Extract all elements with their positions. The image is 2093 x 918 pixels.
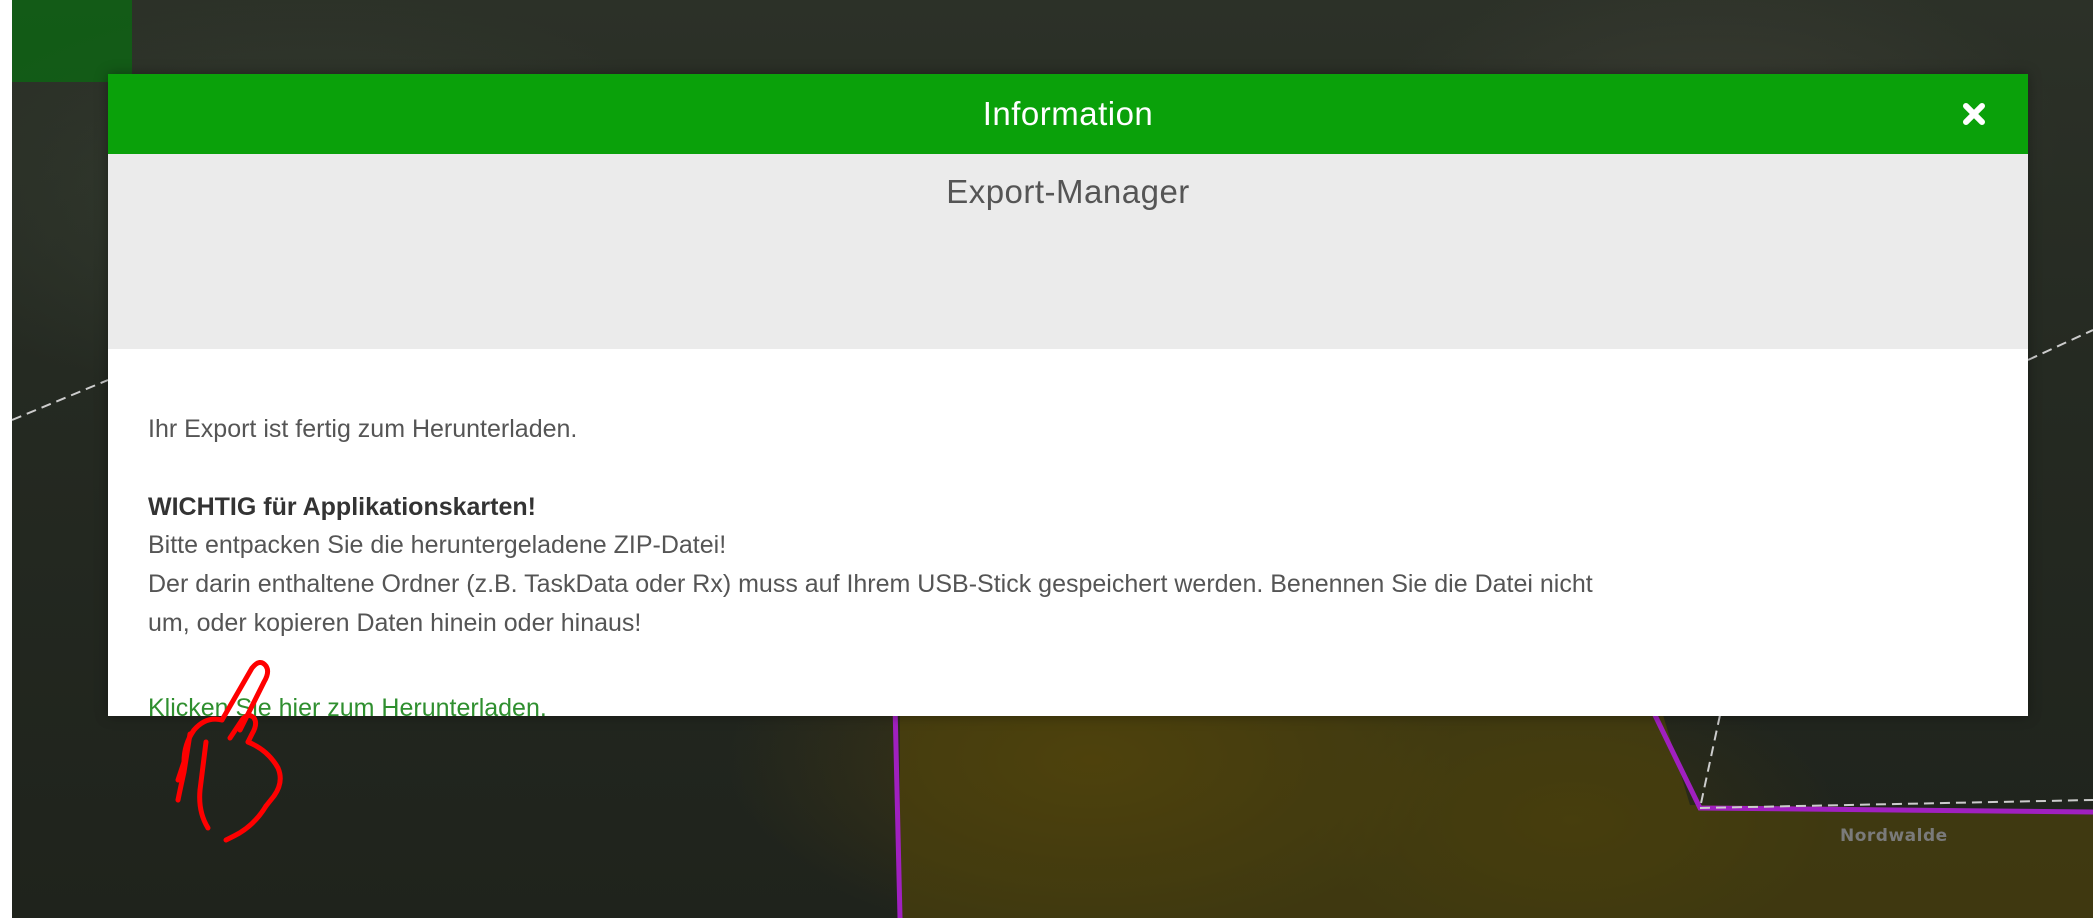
parcel-line-2 [1699,714,1721,809]
map-place-label: Nordwalde [1840,826,1948,846]
modal-body: Ihr Export ist fertig zum Herunterladen.… [108,349,2028,722]
close-button[interactable] [1952,92,1996,136]
information-modal: Information Export-Manager Ihr Export is… [108,74,2028,722]
folder-instruction-line-1: Der darin enthaltene Ordner (z.B. TaskDa… [148,570,1593,598]
hand-pointer-icon [175,660,283,843]
important-heading: WICHTIG für Applikationskarten! [148,493,536,521]
folder-instruction-line-2: um, oder kopieren Daten hinein oder hina… [148,609,642,637]
unpack-instruction: Bitte entpacken Sie die heruntergeladene… [148,531,727,559]
close-icon [1963,103,1985,125]
field-boundary [892,704,903,918]
parcel-line-3 [11,379,109,421]
screen: Nordwalde Information Export-Manager Ihr… [0,0,2093,918]
field-boundary-right [1647,703,2093,815]
modal-title: Information [982,95,1154,132]
export-ready-text: Ihr Export ist fertig zum Herunterladen. [148,415,578,443]
modal-subheader: Export-Manager [108,154,2028,349]
modal-subtitle: Export-Manager [946,173,1190,210]
parcel-line-4 [2027,329,2093,361]
modal-header: Information [108,74,2028,154]
